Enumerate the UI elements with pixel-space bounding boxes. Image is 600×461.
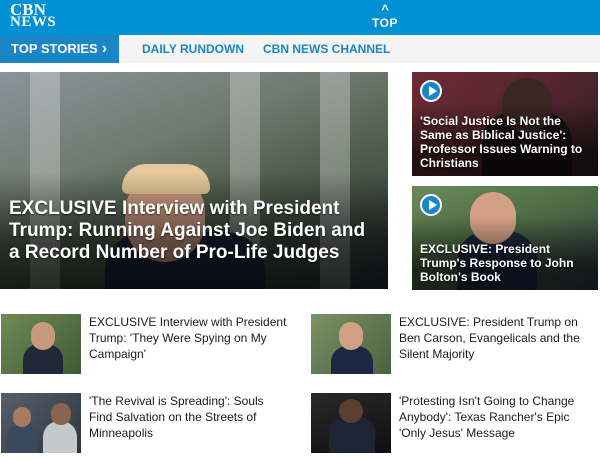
chevron-right-icon: › — [101, 40, 108, 57]
story-headline[interactable]: EXCLUSIVE Interview with President Trump… — [89, 314, 289, 362]
tab-top-stories[interactable]: TOP STORIES › — [0, 35, 119, 63]
thumb-face — [51, 403, 71, 425]
thumb-face — [31, 322, 55, 350]
hero-story[interactable]: EXCLUSIVE Interview with President Trump… — [0, 72, 388, 289]
story-thumbnail[interactable] — [311, 314, 391, 374]
story-headline[interactable]: EXCLUSIVE: President Trump on Ben Carson… — [399, 314, 599, 362]
top-label: TOP — [372, 16, 398, 30]
thumb-face — [339, 322, 363, 350]
story-thumbnail[interactable] — [1, 314, 81, 374]
logo-line-news: NEWS — [10, 14, 57, 30]
tab-daily-rundown[interactable]: DAILY RUNDOWN — [142, 35, 244, 63]
story-thumbnail[interactable] — [311, 393, 391, 453]
tab-cbn-news-channel[interactable]: CBN NEWS CHANNEL — [263, 35, 390, 63]
side-story[interactable]: 'Social Justice Is Not the Same as Bibli… — [412, 72, 598, 176]
play-icon[interactable] — [420, 194, 442, 216]
cbn-news-logo[interactable]: CBN NEWS — [10, 1, 57, 30]
story-headline[interactable]: 'Protesting Isn't Going to Change Anybod… — [399, 393, 599, 441]
thumb-face — [339, 399, 363, 423]
section-nav: TOP STORIES › DAILY RUNDOWN CBN NEWS CHAN… — [0, 35, 600, 63]
back-to-top-button[interactable]: ^ TOP — [360, 3, 410, 33]
side-story[interactable]: EXCLUSIVE: President Trump's Response to… — [412, 186, 598, 290]
site-header: CBN NEWS ^ TOP — [0, 0, 600, 35]
thumb-figure — [43, 421, 77, 453]
side-story-headline[interactable]: EXCLUSIVE: President Trump's Response to… — [420, 242, 596, 284]
thumb-figure — [331, 346, 373, 374]
thumb-face — [13, 407, 31, 427]
play-icon[interactable] — [420, 80, 442, 102]
side-story-headline[interactable]: 'Social Justice Is Not the Same as Bibli… — [420, 114, 596, 170]
chevron-up-icon: ^ — [381, 2, 389, 17]
thumb-figure — [7, 423, 37, 453]
tab-top-stories-label: TOP STORIES — [11, 41, 98, 56]
hero-headline[interactable]: EXCLUSIVE Interview with President Trump… — [9, 198, 379, 264]
story-thumbnail[interactable] — [1, 393, 81, 453]
story-headline[interactable]: 'The Revival is Spreading': Souls Find S… — [89, 393, 289, 441]
